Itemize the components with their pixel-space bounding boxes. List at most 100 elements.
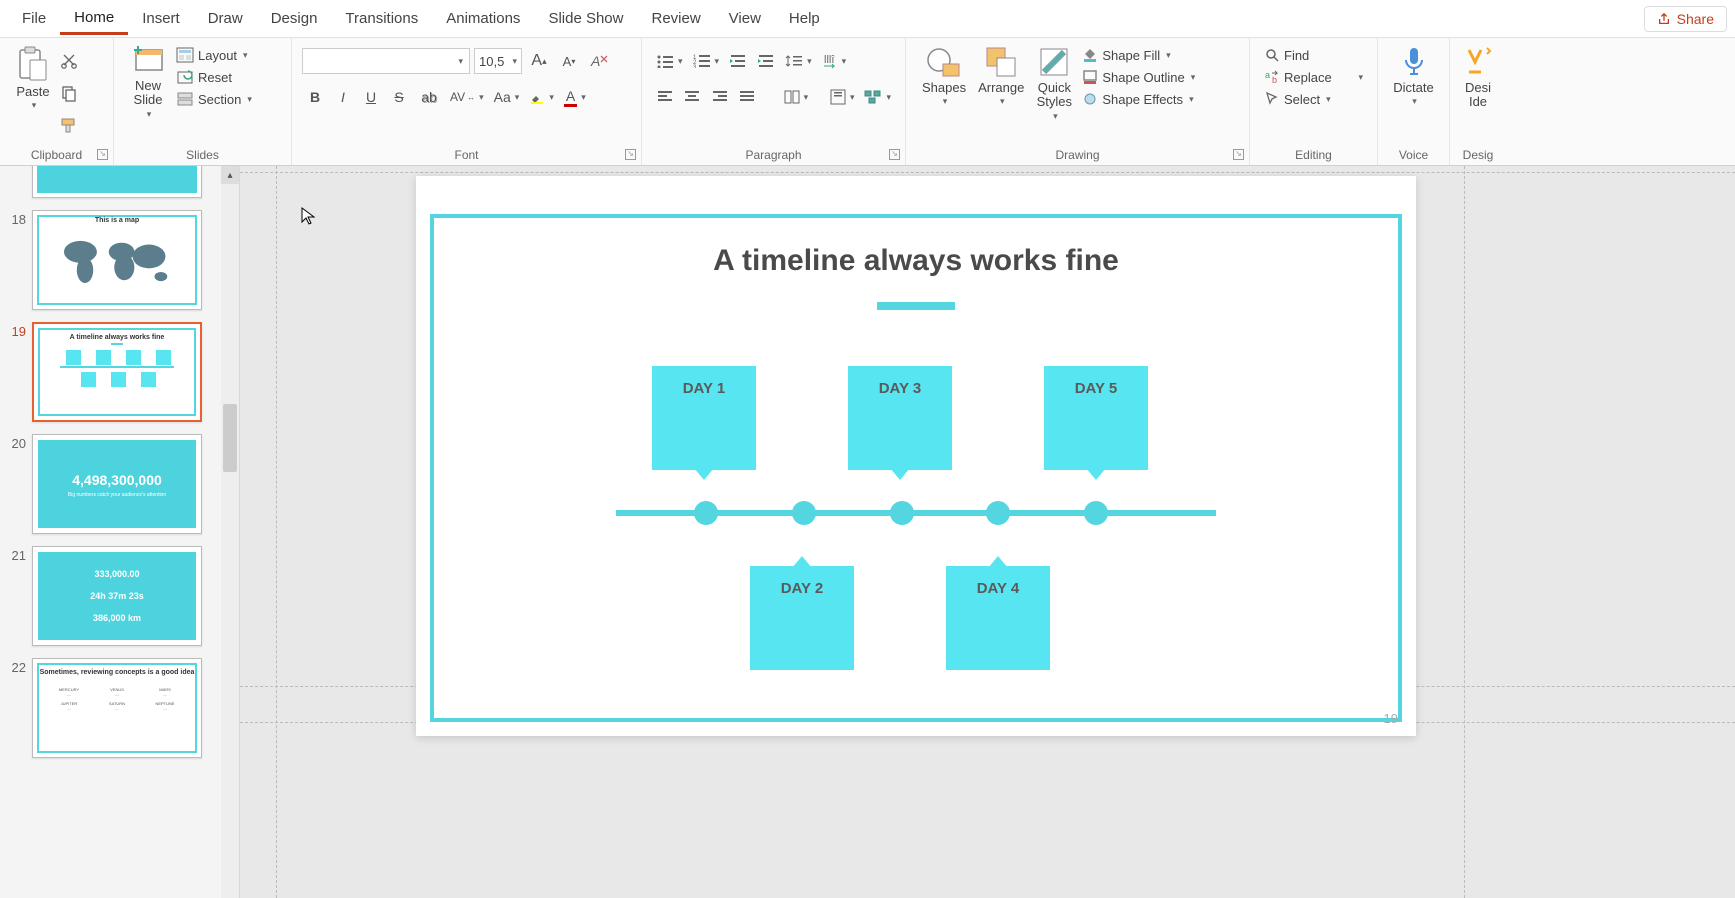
align-left-button[interactable] bbox=[652, 84, 677, 110]
thumb-title: This is a map bbox=[33, 217, 201, 224]
new-slide-button[interactable]: New Slide ▾ bbox=[124, 42, 172, 142]
share-button[interactable]: Share bbox=[1644, 6, 1727, 32]
thumb-stat-3: 386,000 km bbox=[33, 613, 201, 623]
bullets-button[interactable]: ▾ bbox=[652, 48, 687, 74]
font-color-button[interactable]: A▾ bbox=[560, 84, 590, 110]
arrange-button[interactable]: Arrange▾ bbox=[972, 42, 1030, 142]
thumbnail-21[interactable]: 21 333,000.00 24h 37m 23s 386,000 km bbox=[0, 540, 239, 652]
thumb-title: A timeline always works fine bbox=[34, 334, 200, 341]
bold-button[interactable]: B bbox=[302, 84, 328, 110]
quick-styles-button[interactable]: Quick Styles▾ bbox=[1030, 42, 1078, 142]
shadow-button[interactable]: ab bbox=[414, 84, 444, 110]
slide-canvas[interactable]: A timeline always works fine DAY 1 DAY 3… bbox=[240, 166, 1735, 898]
text-direction-button[interactable]: lllî▾ bbox=[818, 48, 851, 74]
tab-strip: File Home Insert Draw Design Transitions… bbox=[0, 0, 1735, 38]
shape-outline-button[interactable]: Shape Outline▾ bbox=[1078, 68, 1199, 86]
tab-insert[interactable]: Insert bbox=[128, 4, 194, 33]
day2-box[interactable]: DAY 2 bbox=[750, 566, 854, 670]
select-button[interactable]: Select▾ bbox=[1260, 90, 1367, 108]
tab-view[interactable]: View bbox=[715, 4, 775, 33]
day5-box[interactable]: DAY 5 bbox=[1044, 366, 1148, 470]
day3-box[interactable]: DAY 3 bbox=[848, 366, 952, 470]
tab-transitions[interactable]: Transitions bbox=[331, 4, 432, 33]
strikethrough-button[interactable]: S bbox=[386, 84, 412, 110]
highlight-button[interactable]: ▾ bbox=[525, 84, 558, 110]
slide-thumbnail-panel: 18 This is a map 19 A timeline always wo… bbox=[0, 166, 240, 898]
tab-draw[interactable]: Draw bbox=[194, 4, 257, 33]
design-ideas-label: Desi Ide bbox=[1465, 81, 1491, 110]
group-clipboard: Paste ▾ Clipboard ↘ bbox=[0, 38, 114, 165]
drawing-dialog-launcher[interactable]: ↘ bbox=[1233, 149, 1244, 160]
clipboard-icon bbox=[16, 44, 50, 84]
decrease-indent-button[interactable] bbox=[725, 48, 751, 74]
paste-button[interactable]: Paste ▾ bbox=[10, 42, 56, 113]
char-spacing-button[interactable]: AV↔▾ bbox=[446, 84, 488, 110]
day4-box[interactable]: DAY 4 bbox=[946, 566, 1050, 670]
shape-effects-label: Shape Effects bbox=[1102, 92, 1183, 107]
section-button[interactable]: Section▾ bbox=[172, 90, 256, 108]
change-case-button[interactable]: Aa▾ bbox=[490, 84, 524, 110]
tab-help[interactable]: Help bbox=[775, 4, 834, 33]
day3-label: DAY 3 bbox=[848, 380, 952, 397]
slide[interactable]: A timeline always works fine DAY 1 DAY 3… bbox=[416, 176, 1416, 736]
clear-formatting-button[interactable]: A bbox=[586, 48, 612, 74]
increase-font-button[interactable]: A▴ bbox=[526, 48, 552, 74]
line-spacing-button[interactable]: ▾ bbox=[781, 48, 816, 74]
align-text-button[interactable]: ▾ bbox=[826, 84, 859, 110]
group-slides: New Slide ▾ Layout▾ Reset Section▾ Slide… bbox=[114, 38, 292, 165]
thumbnail-17[interactable] bbox=[0, 166, 239, 204]
layout-label: Layout bbox=[198, 48, 237, 63]
font-size-combo[interactable]: 10,5▾ bbox=[474, 48, 522, 74]
day2-label: DAY 2 bbox=[750, 580, 854, 597]
thumbnail-22[interactable]: 22 Sometimes, reviewing concepts is a go… bbox=[0, 652, 239, 764]
world-map-icon bbox=[53, 229, 181, 293]
slide-title[interactable]: A timeline always works fine bbox=[416, 244, 1416, 278]
reset-button[interactable]: Reset bbox=[172, 68, 256, 86]
tab-review[interactable]: Review bbox=[637, 4, 714, 33]
shapes-button[interactable]: Shapes▾ bbox=[916, 42, 972, 142]
tab-animations[interactable]: Animations bbox=[432, 4, 534, 33]
shape-fill-button[interactable]: Shape Fill▾ bbox=[1078, 46, 1199, 64]
thumbnail-20[interactable]: 20 4,498,300,000 Big numbers catch your … bbox=[0, 428, 239, 540]
italic-button[interactable]: I bbox=[330, 84, 356, 110]
select-label: Select bbox=[1284, 92, 1320, 107]
clipboard-dialog-launcher[interactable]: ↘ bbox=[97, 149, 108, 160]
tab-home[interactable]: Home bbox=[60, 3, 128, 35]
replace-button[interactable]: abReplace▾ bbox=[1260, 68, 1367, 86]
numbering-button[interactable]: 123▾ bbox=[689, 48, 724, 74]
slide-number: 19 bbox=[1384, 711, 1398, 726]
tab-design[interactable]: Design bbox=[257, 4, 332, 33]
find-button[interactable]: Find bbox=[1260, 46, 1367, 64]
increase-indent-button[interactable] bbox=[753, 48, 779, 74]
shape-effects-button[interactable]: Shape Effects▾ bbox=[1078, 90, 1199, 108]
reset-label: Reset bbox=[198, 70, 232, 85]
underline-button[interactable]: U bbox=[358, 84, 384, 110]
format-painter-button[interactable] bbox=[56, 112, 82, 138]
layout-button[interactable]: Layout▾ bbox=[172, 46, 256, 64]
select-icon bbox=[1264, 91, 1280, 107]
cut-button[interactable] bbox=[56, 48, 82, 74]
reset-icon bbox=[176, 69, 194, 85]
paragraph-dialog-launcher[interactable]: ↘ bbox=[889, 149, 900, 160]
align-center-button[interactable] bbox=[679, 84, 704, 110]
thumbnail-18[interactable]: 18 This is a map bbox=[0, 204, 239, 316]
font-dialog-launcher[interactable]: ↘ bbox=[625, 149, 636, 160]
scroll-thumb[interactable] bbox=[223, 404, 237, 472]
thumbnail-scrollbar[interactable]: ▴ bbox=[221, 166, 239, 898]
decrease-font-button[interactable]: A▾ bbox=[556, 48, 582, 74]
dictate-button[interactable]: Dictate▾ bbox=[1388, 42, 1439, 109]
tab-file[interactable]: File bbox=[8, 4, 60, 33]
font-family-combo[interactable]: ▾ bbox=[302, 48, 470, 74]
copy-button[interactable] bbox=[56, 80, 82, 106]
thumbnail-19[interactable]: 19 A timeline always works fine bbox=[0, 316, 239, 428]
align-right-button[interactable] bbox=[707, 84, 732, 110]
columns-button[interactable]: ▾ bbox=[780, 84, 813, 110]
tab-slideshow[interactable]: Slide Show bbox=[534, 4, 637, 33]
justify-button[interactable] bbox=[734, 84, 759, 110]
design-ideas-button[interactable]: Desi Ide bbox=[1460, 42, 1496, 112]
day1-label: DAY 1 bbox=[652, 380, 756, 397]
smartart-button[interactable]: ▾ bbox=[860, 84, 895, 110]
chevron-down-icon: ▾ bbox=[32, 100, 37, 111]
scroll-up-button[interactable]: ▴ bbox=[221, 166, 239, 184]
day1-box[interactable]: DAY 1 bbox=[652, 366, 756, 470]
